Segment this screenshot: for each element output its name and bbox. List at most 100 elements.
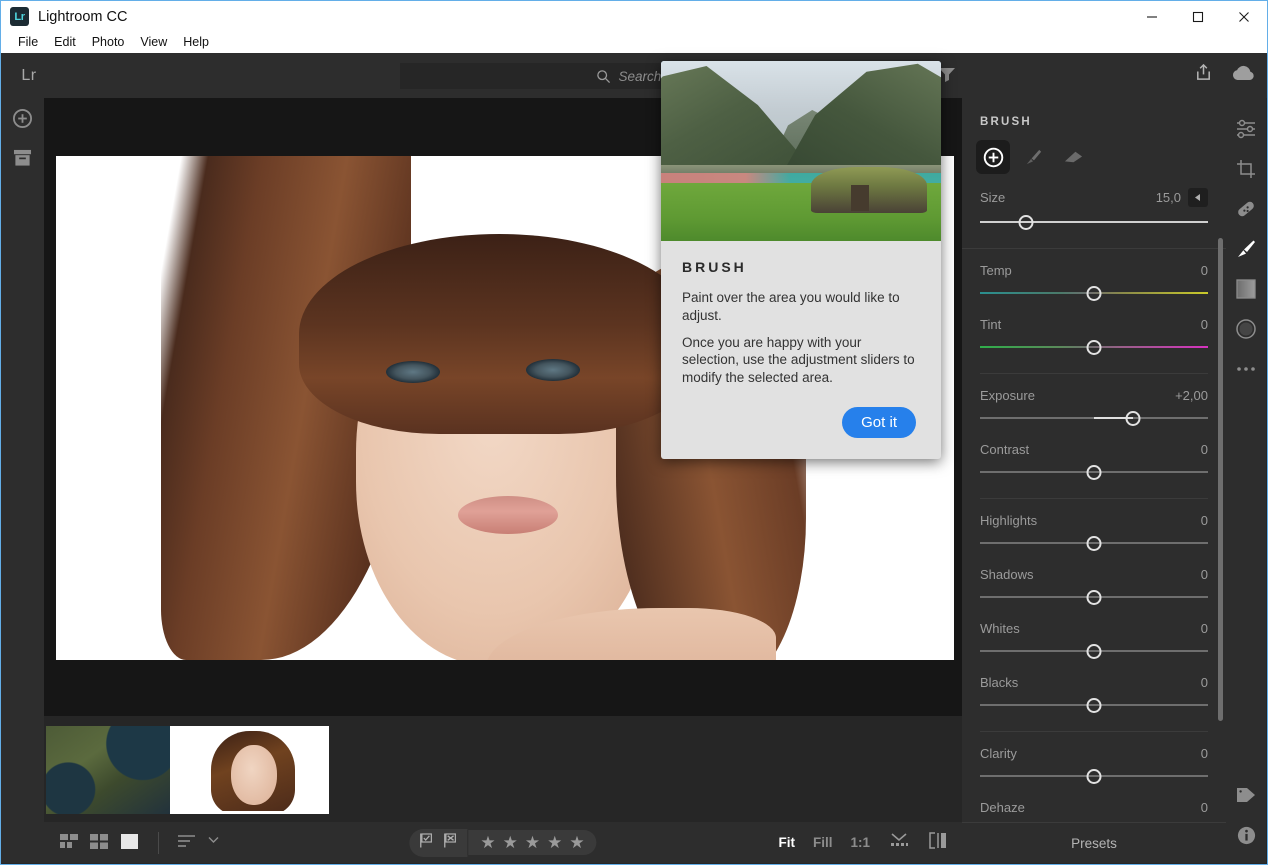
panel-scrollbar[interactable] [1218, 238, 1223, 721]
star-rating: ★ ★ ★ ★ ★ [467, 830, 597, 855]
slider-contrast[interactable]: Contrast 0 [980, 428, 1208, 482]
sort-lines-icon[interactable] [177, 833, 197, 853]
photo-element [526, 359, 580, 381]
triangle-left-icon[interactable] [1188, 188, 1208, 207]
slider-shadows[interactable]: Shadows 0 [980, 553, 1208, 607]
edit-panel-button[interactable] [1226, 109, 1266, 149]
slider-label: Dehaze [980, 800, 1025, 815]
radial-gradient-button[interactable] [1226, 309, 1266, 349]
presets-button[interactable]: Presets [962, 822, 1226, 863]
slider-label: Temp [980, 263, 1012, 278]
slider-knob[interactable] [1086, 698, 1102, 713]
thumbnail-aerial-lake[interactable] [46, 726, 170, 814]
flag-pick-icon[interactable] [419, 832, 433, 853]
single-photo-icon[interactable] [120, 833, 140, 853]
menu-item-file[interactable]: File [10, 32, 46, 53]
slider-blacks[interactable]: Blacks 0 [980, 661, 1208, 715]
slider-label: Highlights [980, 513, 1038, 528]
slider-whites[interactable]: Whites 0 [980, 607, 1208, 661]
slider-highlights[interactable]: Highlights 0 [980, 499, 1208, 553]
brush-paint-tool[interactable] [1016, 140, 1050, 174]
linear-gradient-button[interactable] [1226, 269, 1266, 309]
tag-icon [1237, 788, 1255, 802]
slider-knob[interactable] [1086, 590, 1102, 605]
slider-exposure[interactable]: Exposure +2,00 [980, 374, 1208, 428]
slider-tint[interactable]: Tint 0 [980, 303, 1208, 357]
size-knob[interactable] [1018, 215, 1034, 230]
menu-item-help[interactable]: Help [175, 32, 217, 53]
plus-circle-icon [983, 147, 1003, 167]
left-rail [1, 98, 44, 863]
archive-box-icon [13, 149, 32, 166]
slider-knob[interactable] [1086, 536, 1102, 551]
star-5[interactable]: ★ [569, 834, 584, 851]
star-1[interactable]: ★ [480, 834, 495, 851]
app-brand-label: Lr [21, 66, 37, 84]
close-icon[interactable] [1221, 1, 1267, 32]
crop-rotate-icon [1237, 160, 1255, 178]
minimize-icon[interactable] [1129, 1, 1175, 32]
brush-button[interactable] [1226, 229, 1266, 269]
size-slider[interactable]: Size 15,0 [980, 174, 1208, 232]
bandage-heal-icon [1238, 201, 1254, 217]
menu-item-view[interactable]: View [132, 32, 175, 53]
healing-brush-button[interactable] [1226, 189, 1266, 229]
presets-label: Presets [1071, 835, 1117, 851]
maximize-icon[interactable] [1175, 1, 1221, 32]
menu-item-edit[interactable]: Edit [46, 32, 84, 53]
grid-compact-icon[interactable] [60, 833, 80, 853]
star-3[interactable]: ★ [525, 834, 540, 851]
window-controls [1129, 1, 1267, 32]
zoom-1to1-button[interactable]: 1:1 [850, 835, 870, 850]
got-it-button[interactable]: Got it [842, 407, 916, 438]
grid-square-icon[interactable] [90, 833, 110, 853]
slider-value: 0 [1200, 567, 1208, 582]
cloud-icon[interactable] [1231, 64, 1257, 87]
info-circle-icon [1237, 826, 1255, 844]
photo-element [458, 496, 558, 534]
brush-add-tool[interactable] [976, 140, 1010, 174]
slider-knob[interactable] [1086, 340, 1102, 355]
flag-reject-icon[interactable] [443, 832, 457, 853]
slider-label: Exposure [980, 388, 1035, 403]
add-photos-button[interactable] [1, 98, 44, 138]
share-upload-icon[interactable] [1194, 63, 1213, 87]
slider-value: +2,00 [1175, 388, 1208, 403]
slider-knob[interactable] [1086, 644, 1102, 659]
zoom-fill-button[interactable]: Fill [813, 835, 833, 850]
search-icon [597, 69, 611, 83]
lightroom-window: Lr Lightroom CC File Edit Photo View Hel… [0, 0, 1268, 865]
adjustment-sliders: Temp 0 Tint 0 Exposure +2,00 Contrast 0 … [962, 249, 1226, 822]
right-rail [1226, 98, 1266, 863]
size-track[interactable] [980, 212, 1208, 232]
before-after-icon[interactable] [928, 831, 948, 854]
chevron-down-icon[interactable] [207, 833, 227, 853]
slider-clarity[interactable]: Clarity 0 [980, 732, 1208, 786]
slider-knob[interactable] [1086, 769, 1102, 784]
star-4[interactable]: ★ [547, 834, 562, 851]
slider-dehaze[interactable]: Dehaze 0 [980, 786, 1208, 822]
thumbnail-portrait-woman[interactable] [170, 726, 329, 814]
slider-knob[interactable] [1086, 286, 1102, 301]
brush-erase-tool[interactable] [1056, 140, 1090, 174]
plus-circle-icon [13, 108, 32, 128]
info-button[interactable] [1226, 815, 1266, 855]
zoom-controls: Fit Fill 1:1 [778, 831, 948, 854]
brush-tool-group [962, 128, 1226, 174]
eraser-icon [1064, 151, 1082, 162]
filmstrip [44, 716, 962, 824]
slider-temp[interactable]: Temp 0 [980, 249, 1208, 303]
paintbrush-icon [1026, 149, 1041, 164]
menu-item-photo[interactable]: Photo [84, 32, 133, 53]
slider-knob[interactable] [1125, 411, 1141, 426]
more-options-button[interactable] [1226, 349, 1266, 389]
crop-button[interactable] [1226, 149, 1266, 189]
slider-value: 0 [1200, 513, 1208, 528]
star-2[interactable]: ★ [503, 834, 518, 851]
filmstrip-toggle-icon[interactable] [888, 832, 910, 853]
zoom-fit-button[interactable]: Fit [778, 835, 795, 850]
keywords-button[interactable] [1226, 775, 1266, 815]
size-value: 15,0 [1155, 190, 1181, 205]
slider-knob[interactable] [1086, 465, 1102, 480]
library-button[interactable] [1, 138, 44, 178]
